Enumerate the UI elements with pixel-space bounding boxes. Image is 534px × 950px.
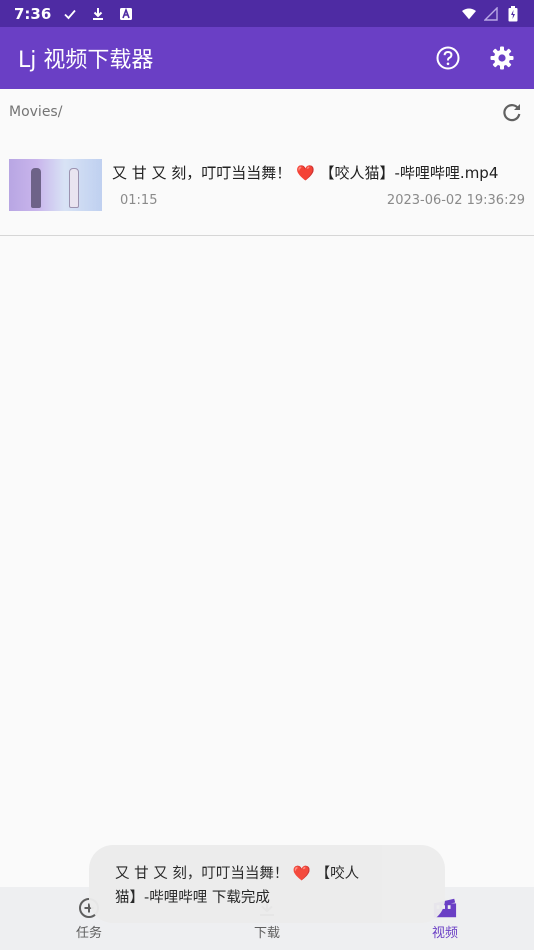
status-icons-left	[63, 7, 133, 21]
video-list-item[interactable]: 又 甘 又 刻，叮叮当当舞！ ❤️ 【咬人猫】-哔哩哔哩.mp4 01:15 2…	[0, 136, 534, 236]
status-icons-right	[462, 5, 520, 21]
check-icon	[63, 7, 77, 21]
settings-icon[interactable]	[488, 44, 516, 72]
nav-label-tasks: 任务	[75, 926, 102, 941]
nav-label-download: 下载	[253, 926, 280, 941]
refresh-icon[interactable]	[499, 99, 525, 125]
download-icon	[91, 7, 105, 21]
a-icon	[119, 7, 133, 21]
path-row: Movies/	[0, 89, 534, 135]
app-bar: Lj 视频下载器	[0, 27, 534, 89]
battery-icon	[506, 5, 520, 21]
video-duration: 01:15	[120, 193, 158, 208]
help-icon[interactable]	[434, 44, 462, 72]
status-bar: 7:36	[0, 0, 534, 27]
video-date: 2023-06-02 19:36:29	[386, 193, 525, 208]
app-title: Lj 视频下载器	[18, 48, 154, 73]
nav-label-video: 视频	[431, 926, 458, 941]
toast-line-2: 猫】-哔哩哔哩 下载完成	[115, 890, 270, 906]
signal-icon	[484, 6, 498, 21]
video-title: 又 甘 又 刻，叮叮当当舞！ ❤️ 【咬人猫】-哔哩哔哩.mp4	[112, 164, 499, 182]
wifi-icon	[462, 7, 476, 21]
download-complete-toast: 又 甘 又 刻，叮叮当当舞！ ❤️ 【咬人 猫】-哔哩哔哩 下载完成	[89, 845, 445, 923]
app-actions	[434, 44, 516, 72]
status-time: 7:36	[14, 4, 52, 23]
current-path: Movies/	[9, 104, 63, 120]
toast-line-1: 又 甘 又 刻，叮叮当当舞！ ❤️ 【咬人	[115, 866, 360, 882]
video-thumbnail	[9, 159, 102, 211]
